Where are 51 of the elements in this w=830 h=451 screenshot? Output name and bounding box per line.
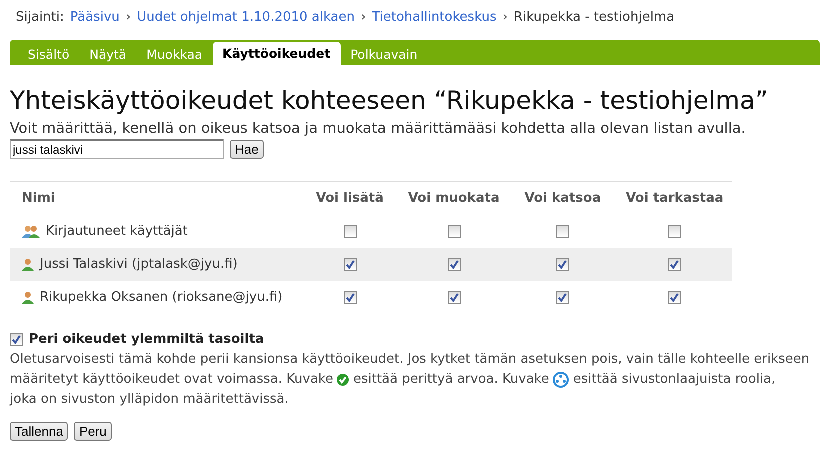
tab[interactable]: Polkuavain xyxy=(340,44,428,65)
column-header: Voi katsoa xyxy=(508,182,618,215)
checkbox[interactable] xyxy=(448,258,461,271)
checkbox[interactable] xyxy=(668,290,682,304)
checkbox[interactable] xyxy=(668,224,682,238)
description-text: joka on sivuston ylläpidon määritettävissä. xyxy=(10,391,289,409)
checkbox-label: Peri oikeudet ylemmiltä tasoilta xyxy=(29,332,264,347)
checkbox[interactable] xyxy=(10,333,23,346)
checkbox[interactable] xyxy=(556,290,570,304)
checkbox[interactable] xyxy=(668,258,682,271)
search-field[interactable]: jussi talaskivi xyxy=(10,139,224,159)
description-text: esittää perittyä arvoa. Kuvake xyxy=(353,371,550,389)
column-header: Voi muokata xyxy=(400,182,508,215)
page-title: Yhteiskäyttöoikeudet kohteeseen “Rikupekka - testiohjelma” xyxy=(10,85,770,117)
checkbox[interactable] xyxy=(556,258,570,271)
tab[interactable]: Muokkaa xyxy=(136,44,213,65)
checkbox[interactable] xyxy=(344,258,357,271)
checkbox[interactable] xyxy=(448,224,461,238)
users-icon xyxy=(22,224,40,238)
cancel-button[interactable]: Peru xyxy=(74,422,112,441)
user-name: Kirjautuneet käyttäjät xyxy=(46,224,188,239)
user-name: Jussi Talaskivi (jptalask@jyu.fi) xyxy=(40,257,238,272)
separator-icon: › xyxy=(126,10,132,24)
description-text: määritetyt käyttöoikeudet ovat voimassa. Kuvake xyxy=(10,371,334,389)
check-icon xyxy=(337,374,350,386)
breadcrumb-label: Sijainti: xyxy=(16,10,64,24)
description-text: esittää sivustonlaajuista roolia, xyxy=(573,371,776,389)
tab[interactable]: Käyttöoikeudet xyxy=(212,42,341,65)
separator-icon: › xyxy=(502,10,508,24)
user-icon xyxy=(22,291,34,304)
tab[interactable]: Sisältö xyxy=(18,44,80,65)
user-icon xyxy=(22,258,34,271)
intro-text: Voit määrittää, kenellä on oikeus katsoa ja muokata määrittämääsi kohdetta alla olevan listan avulla. xyxy=(10,121,747,137)
separator-icon: › xyxy=(361,10,366,24)
breadcrumb-link[interactable]: Uudet ohjelmat 1.10.2010 alkaen xyxy=(137,10,355,24)
save-button[interactable]: Tallenna xyxy=(10,422,68,441)
description-text: Oletusarvoisesti tämä kohde perii kansionsa käyttöoikeudet. Jos kytket tämän asetuksen pois, vain tälle kohteelle erikseen xyxy=(10,351,810,369)
user-name: Rikupekka Oksanen (rioksane@jyu.fi) xyxy=(40,290,283,305)
breadcrumb-link[interactable]: Pääsivu xyxy=(70,10,120,24)
checkbox[interactable] xyxy=(448,290,461,304)
breadcrumb-link[interactable]: Tietohallintokeskus xyxy=(372,10,497,24)
checkbox[interactable] xyxy=(556,224,570,238)
role-icon xyxy=(553,372,570,388)
search-button[interactable]: Hae xyxy=(230,140,264,158)
column-header: Voi lisätä xyxy=(300,182,400,215)
breadcrumb-current: Rikupekka - testiohjelma xyxy=(514,10,675,24)
checkbox[interactable] xyxy=(344,224,357,238)
tab[interactable]: Näytä xyxy=(80,44,137,65)
checkbox[interactable] xyxy=(344,290,357,304)
column-header: Nimi xyxy=(10,182,300,215)
column-header: Voi tarkastaa xyxy=(618,182,732,215)
